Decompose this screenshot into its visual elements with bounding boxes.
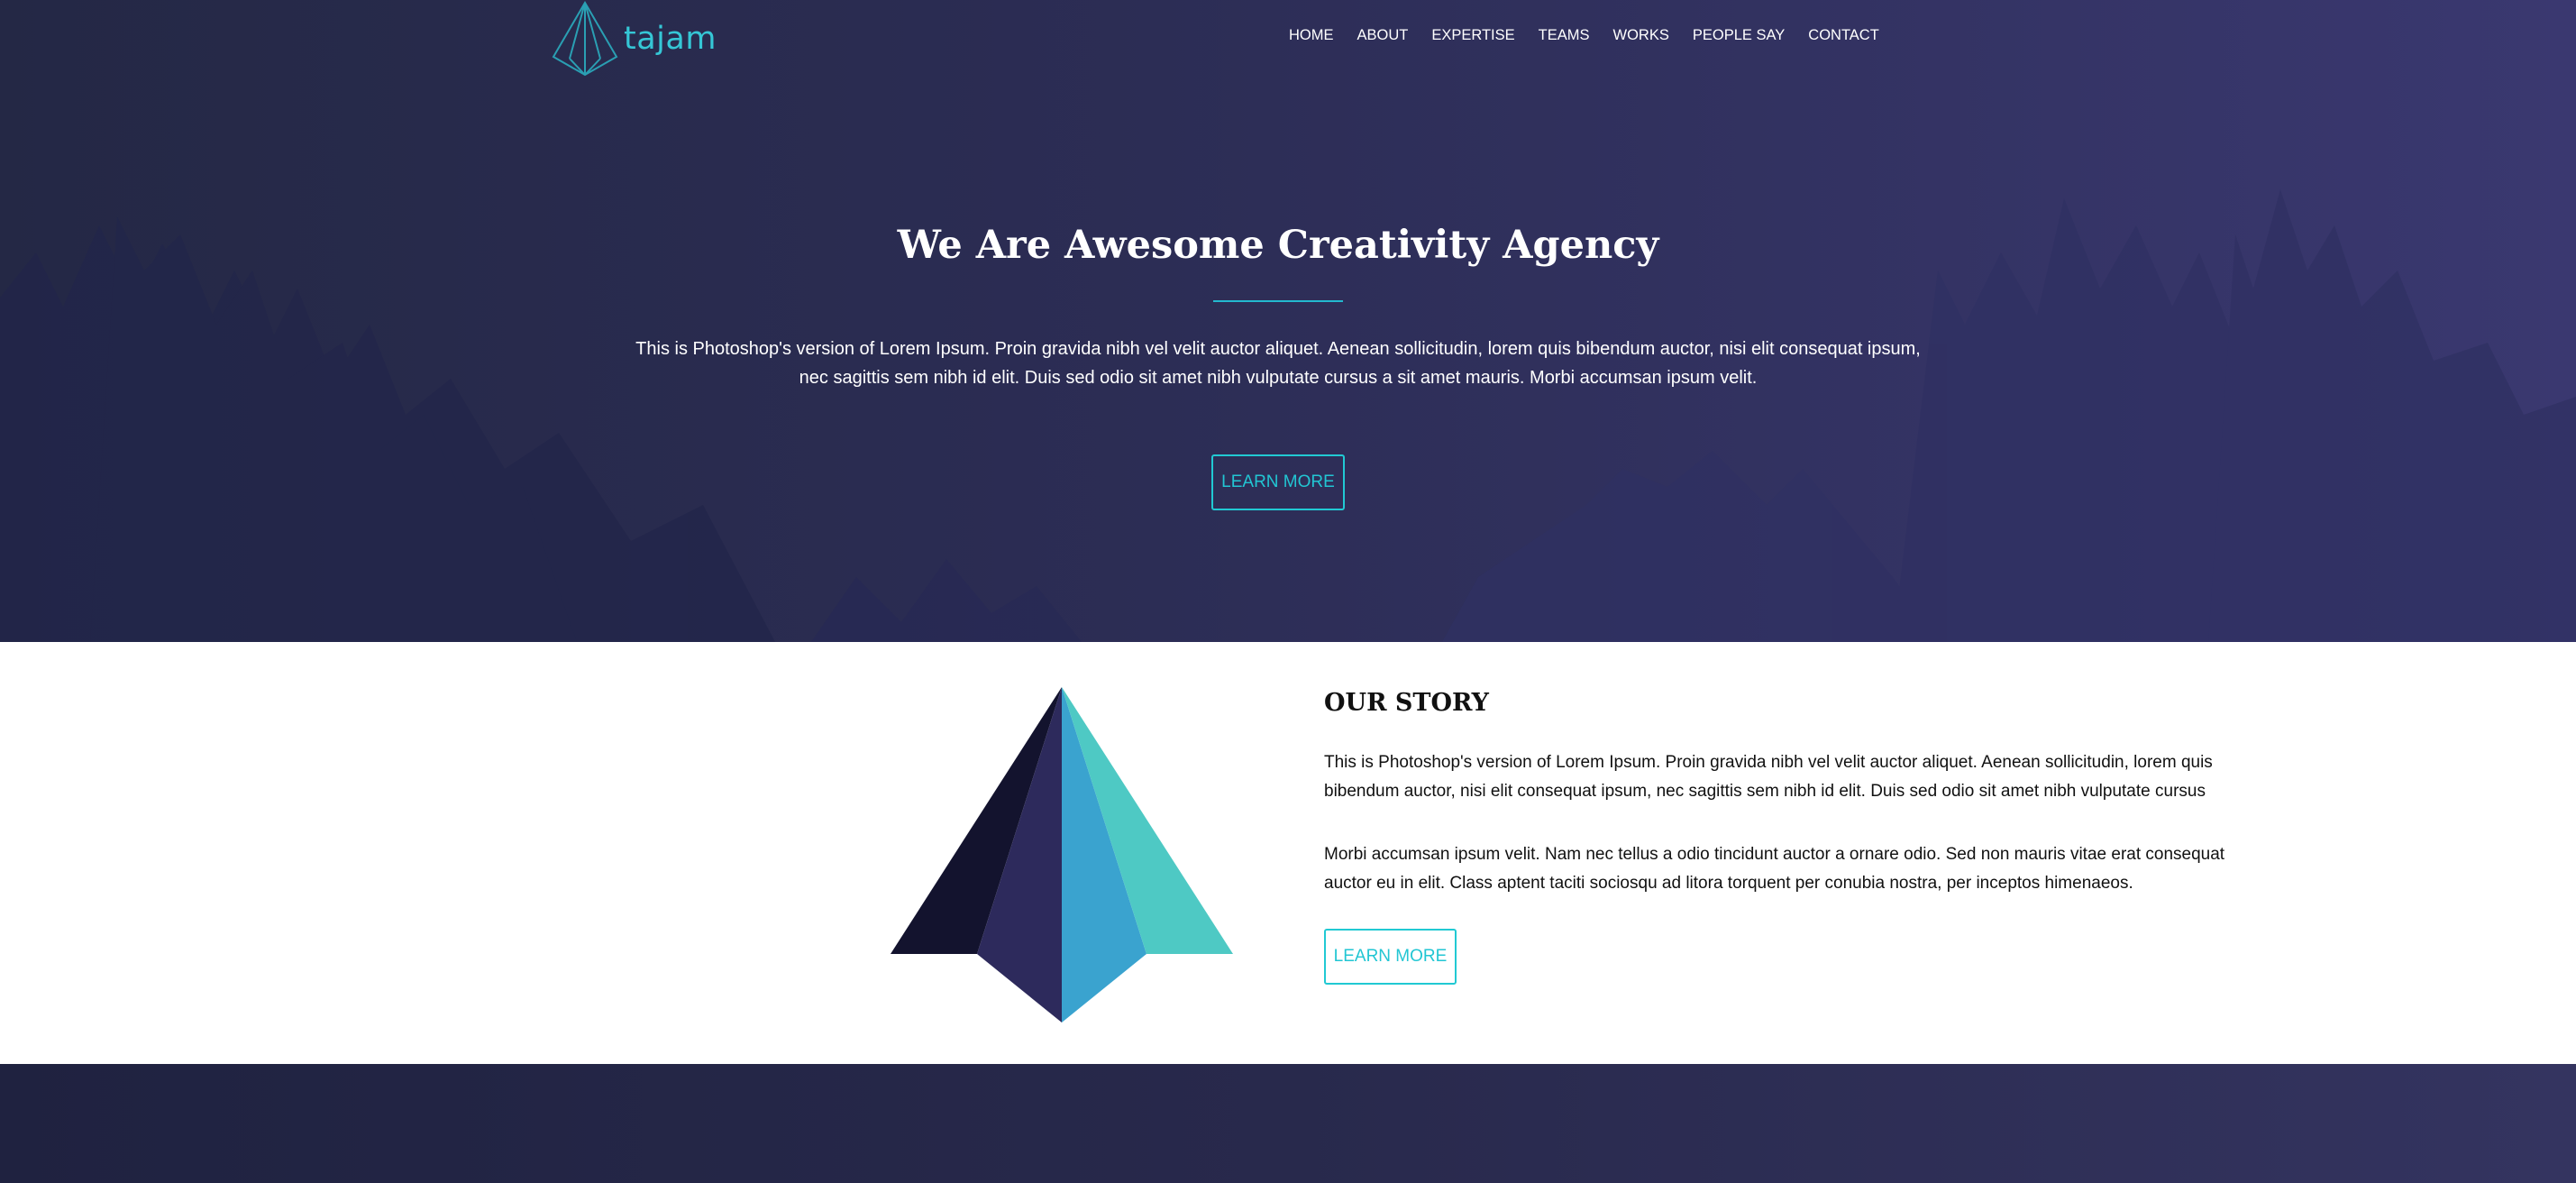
nav-item-contact[interactable]: CONTACT (1808, 27, 1879, 44)
nav-item-teams[interactable]: TEAMS (1539, 27, 1590, 44)
hero-divider (1213, 300, 1343, 302)
brand-logo[interactable]: tajam (552, 0, 717, 78)
hero-title: We Are Awesome Creativity Agency (897, 223, 1659, 268)
nav-item-home[interactable]: HOME (1289, 27, 1334, 44)
pyramid-illustration (891, 687, 1233, 1023)
hero-description: This is Photoshop's version of Lorem Ips… (635, 339, 1921, 388)
hero-learn-more-button[interactable]: LEARN MORE (1211, 454, 1345, 510)
nav-item-works[interactable]: WORKS (1613, 27, 1669, 44)
brand-name: tajam (624, 21, 717, 57)
our-story-section: OUR STORY This is Photoshop's version of… (0, 642, 2576, 1064)
paper-plane-pyramid-icon (552, 1, 618, 77)
nav-item-people-say[interactable]: PEOPLE SAY (1693, 27, 1785, 44)
story-title: OUR STORY (1324, 689, 1489, 717)
nav-item-expertise[interactable]: EXPERTISE (1431, 27, 1514, 44)
forest-background-image (0, 189, 2576, 642)
nav-item-about[interactable]: ABOUT (1357, 27, 1409, 44)
story-paragraph-2: Morbi accumsan ipsum velit. Nam nec tell… (1324, 845, 2225, 893)
story-learn-more-button[interactable]: LEARN MORE (1324, 929, 1457, 985)
main-navigation: HOME ABOUT EXPERTISE TEAMS WORKS PEOPLE … (1289, 27, 1903, 44)
story-paragraph-1: This is Photoshop's version of Lorem Ips… (1324, 753, 2213, 801)
next-section-background (0, 1064, 2576, 1183)
hero-section: tajam HOME ABOUT EXPERTISE TEAMS WORKS P… (0, 0, 2576, 642)
